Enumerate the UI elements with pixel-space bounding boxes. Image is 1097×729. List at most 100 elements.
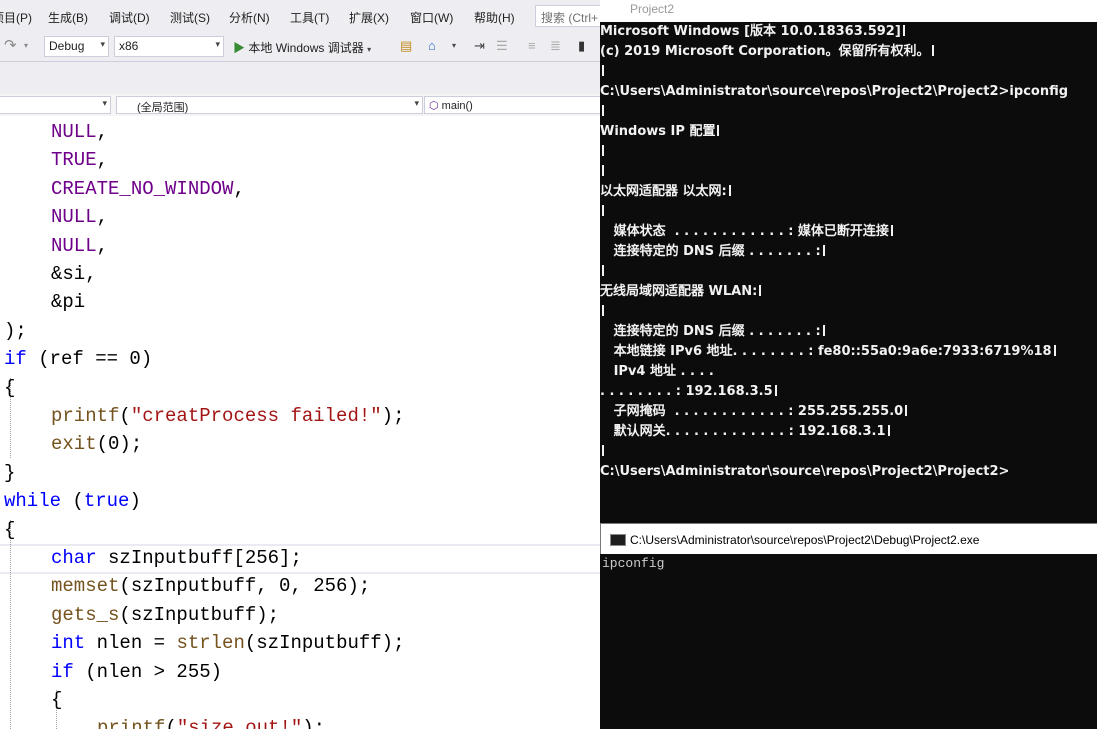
line-end-marker	[717, 125, 720, 136]
code-token: TRUE	[51, 149, 97, 172]
code-token: (szInputbuff);	[119, 603, 280, 626]
line-end-marker	[728, 185, 731, 196]
code-token: (	[119, 405, 131, 427]
code-line: if (nlen > 255)	[0, 658, 600, 686]
code-token: (szInputbuff, 0, 256);	[119, 575, 371, 598]
bookmark-icon[interactable]: ▮	[578, 39, 585, 53]
console-line-text: Windows IP 配置	[600, 124, 716, 139]
code-token: memset	[51, 575, 120, 598]
menu-test[interactable]: 测试(S)	[170, 9, 210, 26]
search-input[interactable]: 搜索 (Ctrl+	[535, 5, 600, 27]
console-line	[600, 62, 1097, 82]
code-token: &si,	[51, 263, 97, 285]
code-token: {	[4, 376, 16, 399]
line-end-marker	[822, 245, 825, 256]
code-token: (0);	[96, 433, 143, 456]
code-line: }	[0, 459, 600, 487]
code-editor[interactable]: NULL, TRUE, CREATE_NO_WINDOW, NULL, NULL, &si…	[0, 116, 600, 729]
code-token: "creatProcess failed!"	[130, 405, 382, 427]
console-line-text: . . . . . . . . : 192.168.3.5	[600, 384, 773, 399]
console-line	[600, 102, 1097, 122]
line-end-marker	[890, 225, 893, 236]
line-end-marker	[905, 405, 908, 416]
chevron-down-icon[interactable]: ▾	[452, 39, 456, 53]
console2-title: C:\Users\Administrator\source\repos\Proj…	[630, 533, 980, 547]
menu-extensions[interactable]: 扩展(X)	[349, 9, 389, 26]
code-line: gets_s(szInputbuff);	[0, 601, 600, 629]
console-line-text: 连接特定的 DNS 后缀 . . . . . . . :	[600, 244, 821, 259]
console-line-text: 媒体状态 . . . . . . . . . . . . : 媒体已断开连接	[600, 224, 889, 239]
code-token: if	[51, 660, 74, 683]
console1-titlebar[interactable]: Project2	[600, 0, 1097, 22]
code-line: );	[0, 317, 600, 345]
code-line: NULL,	[0, 118, 600, 146]
menu-tools[interactable]: 工具(T)	[290, 9, 329, 26]
code-token: NULL	[51, 234, 97, 257]
menu-analyze[interactable]: 分析(N)	[229, 9, 270, 26]
menu-help[interactable]: 帮助(H)	[474, 9, 515, 26]
console-line: 连接特定的 DNS 后缀 . . . . . . . :	[600, 242, 1097, 262]
solution-platform-combo[interactable]: x86 ▾	[114, 36, 224, 57]
code-line: &si,	[0, 260, 600, 288]
code-token: NULL	[51, 206, 97, 229]
function-icon: ⬡	[429, 100, 439, 112]
code-token: )	[129, 490, 141, 513]
code-line: CREATE_NO_WINDOW,	[0, 175, 600, 203]
code-line: while (true)	[0, 487, 600, 515]
solution-configuration-combo[interactable]: Debug ▾	[44, 36, 109, 57]
code-token: szInputbuff[256];	[96, 547, 302, 569]
chevron-down-icon: ▾	[367, 45, 372, 54]
comment-icon[interactable]: ≡	[528, 39, 536, 53]
home-icon[interactable]: ⌂	[428, 39, 436, 53]
line-end-marker	[602, 445, 604, 456]
code-line: {	[0, 516, 600, 544]
configuration-value: Debug	[49, 39, 85, 53]
console-line-text: C:\Users\Administrator\source\repos\Proj…	[600, 84, 1069, 99]
code-token: if	[4, 348, 27, 371]
redo-icon[interactable]: ↷	[4, 38, 17, 53]
code-token: true	[83, 490, 130, 513]
code-token: (ref == 0)	[26, 348, 153, 371]
code-token: "size out!"	[176, 717, 303, 729]
console2-titlebar[interactable]: C:\Users\Administrator\source\repos\Proj…	[600, 523, 1097, 554]
menu-build[interactable]: 生成(B)	[48, 9, 88, 26]
console-window-project2[interactable]: Project2 Microsoft Windows [版本 10.0.1836…	[600, 0, 1097, 523]
menu-project[interactable]: 项目(P)	[0, 9, 32, 26]
console-line-text: 默认网关. . . . . . . . . . . . . : 192.168.…	[600, 424, 886, 439]
start-debugging-button[interactable]: ▶ 本地 Windows 调试器 ▾	[233, 39, 371, 56]
secondary-toolbar	[0, 61, 600, 95]
console-line: 连接特定的 DNS 后缀 . . . . . . . :	[600, 322, 1097, 342]
line-end-marker	[822, 325, 825, 336]
publish-icon[interactable]: ▤	[400, 39, 412, 53]
format-icon[interactable]: ☰	[496, 39, 508, 53]
console-window-project2-exe[interactable]: C:\Users\Administrator\source\repos\Proj…	[600, 523, 1097, 729]
code-token: );	[381, 405, 405, 427]
line-end-marker	[602, 205, 604, 216]
console-line	[600, 442, 1097, 462]
chevron-down-icon: ▾	[215, 39, 220, 49]
chevron-down-icon: ▾	[414, 98, 419, 108]
line-end-marker	[931, 45, 934, 56]
console-line: IPv4 地址 . . . .	[600, 362, 1097, 382]
line-end-marker	[602, 265, 604, 276]
console-line-text: 连接特定的 DNS 后缀 . . . . . . . :	[600, 324, 821, 339]
menu-window[interactable]: 窗口(W)	[410, 9, 453, 26]
menu-debug[interactable]: 调试(D)	[109, 9, 150, 26]
uncomment-icon[interactable]: ≣	[550, 39, 561, 53]
function-combo[interactable]: ⬡ main()	[424, 96, 600, 114]
console-line: (c) 2019 Microsoft Corporation。保留所有权利。	[600, 42, 1097, 62]
code-token: ,	[96, 149, 109, 172]
redo-dropdown-icon[interactable]: ▾	[24, 39, 28, 53]
console-line	[600, 142, 1097, 162]
line-end-marker	[887, 425, 890, 436]
code-token: printf	[97, 717, 166, 729]
step-over-icon[interactable]: ⇥	[474, 39, 485, 53]
scope-combo[interactable]: (全局范围) ▾	[116, 96, 423, 114]
console-line: 默认网关. . . . . . . . . . . . . : 192.168.…	[600, 422, 1097, 442]
console-line: 本地链接 IPv6 地址. . . . . . . . : fe80::55a0…	[600, 342, 1097, 362]
line-end-marker	[602, 145, 604, 156]
start-debugging-label: 本地 Windows 调试器	[248, 41, 364, 55]
code-token: NULL	[51, 121, 97, 143]
code-line: {	[0, 686, 600, 714]
project-combo[interactable]: ▾	[0, 96, 111, 114]
